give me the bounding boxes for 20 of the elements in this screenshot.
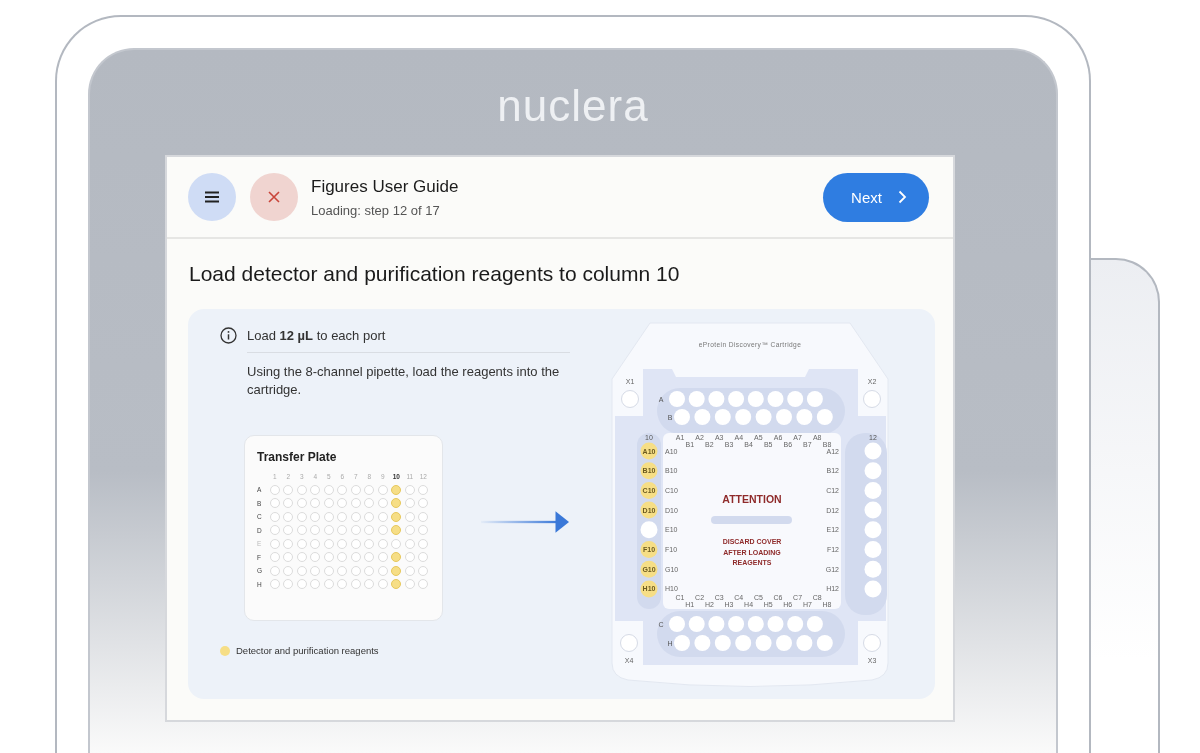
corner-port <box>863 634 881 652</box>
step-indicator: Loading: step 12 of 17 <box>311 202 441 218</box>
plate-title: Transfer Plate <box>257 450 338 464</box>
volume-note: Load 12 µL to each port <box>247 328 386 343</box>
corner-port <box>620 634 638 652</box>
chevron-right-icon <box>897 190 907 204</box>
corner-port <box>621 390 639 408</box>
step-heading: Load detector and purification reagents to column 10 <box>189 261 681 287</box>
menu-button[interactable] <box>188 173 236 221</box>
close-icon <box>268 191 280 203</box>
next-button[interactable]: Next <box>823 172 929 222</box>
info-icon <box>220 327 237 344</box>
instruction-text: Using the 8-channel pipette, load the reagents into the cartridge. <box>247 363 561 399</box>
legend-label: Detector and purification reagents <box>236 645 379 656</box>
device-logo: nuclera <box>497 80 649 132</box>
corner-port <box>863 390 881 408</box>
attention-label: ATTENTION <box>722 493 782 505</box>
close-button[interactable] <box>250 173 298 221</box>
menu-icon <box>204 191 220 203</box>
guide-title: Figures User Guide <box>311 176 460 197</box>
